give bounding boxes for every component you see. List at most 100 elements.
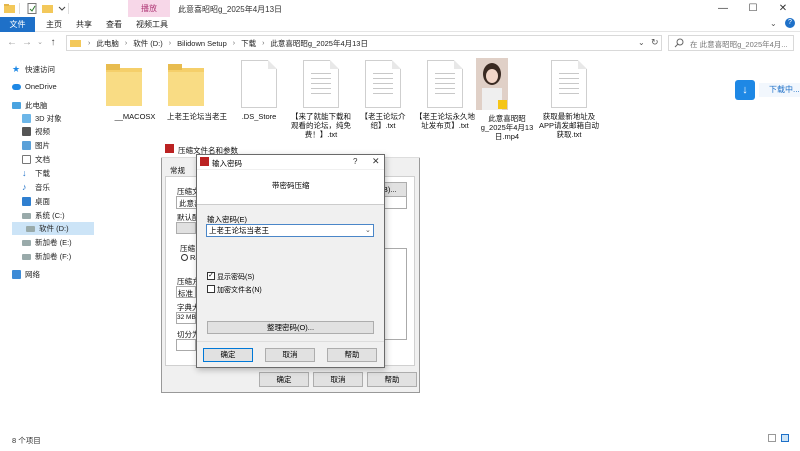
cancel-button[interactable]: 取消	[265, 348, 315, 362]
details-view-icon[interactable]	[768, 434, 776, 442]
sidebar-item-drive-e[interactable]: 新加卷 (E:)	[22, 236, 72, 249]
address-dropdown-icon[interactable]: ⌄	[638, 38, 645, 47]
sidebar-item-label: 图片	[35, 141, 50, 150]
drive-icon	[22, 239, 31, 246]
close-icon[interactable]: ✕	[372, 156, 380, 167]
file-item-folder[interactable]: __MACOSX	[104, 60, 166, 121]
divider	[19, 3, 20, 14]
sidebar-item-desktop[interactable]: 桌面	[22, 195, 50, 208]
ribbon-expand-icon[interactable]: ⌄	[770, 19, 777, 28]
video-thumbnail-icon	[476, 58, 538, 110]
profiles-button[interactable]	[176, 222, 196, 234]
help-icon[interactable]: ?	[785, 18, 795, 28]
tab-view[interactable]: 查看	[98, 17, 130, 32]
sidebar-item-label: OneDrive	[25, 82, 57, 91]
sidebar-item-label: 下载	[35, 169, 50, 178]
star-icon: ★	[12, 64, 21, 74]
download-status[interactable]: 下载中...	[759, 83, 800, 97]
download-icon[interactable]: ↓	[735, 80, 755, 100]
search-placeholder: 在 此意喜昭昭g_2025年4月...	[690, 40, 788, 49]
password-input[interactable]: 上老王论坛当老王	[206, 224, 374, 237]
properties-icon[interactable]	[27, 3, 38, 14]
minimize-button[interactable]: —	[708, 0, 738, 17]
file-name: 上老王论坛当老王	[167, 112, 227, 121]
bg-cancel-button[interactable]: 取消	[313, 372, 363, 387]
encrypt-filenames-label: 加密文件名(N)	[217, 287, 262, 294]
file-item-txt[interactable]: 获取最新地址及APP请发邮箱自动获取.txt	[538, 60, 600, 139]
sidebar-item-label: 桌面	[35, 197, 50, 206]
sidebar-item-pictures[interactable]: 图片	[22, 139, 50, 152]
text-file-icon	[427, 60, 463, 108]
file-item[interactable]: .DS_Store	[228, 60, 290, 121]
recent-dropdown-icon[interactable]: ⌄	[33, 36, 47, 50]
breadcrumb: › 此电脑 › 软件 (D:) › Bilidown Setup › 下载 › …	[88, 38, 368, 49]
tab-file[interactable]: 文件	[0, 17, 35, 32]
sidebar-item-onedrive[interactable]: OneDrive	[12, 80, 57, 93]
tab-general[interactable]: 常规	[170, 165, 185, 176]
divider	[197, 204, 384, 205]
breadcrumb-item[interactable]: 此意喜昭昭g_2025年4月13日	[270, 38, 368, 49]
sidebar-item-documents[interactable]: 文档	[22, 153, 50, 166]
tab-share[interactable]: 共享	[68, 17, 100, 32]
sidebar-item-label: 视频	[35, 127, 50, 136]
breadcrumb-item[interactable]: 此电脑	[96, 38, 119, 49]
large-icons-view-icon[interactable]	[781, 434, 789, 442]
close-icon: ✕	[778, 3, 788, 14]
bg-help-button[interactable]: 帮助	[367, 372, 417, 387]
sidebar-item-quick-access[interactable]: ★ 快速访问	[12, 63, 55, 76]
file-item-folder[interactable]: 上老王论坛当老王	[166, 60, 228, 121]
help-icon[interactable]: ?	[353, 157, 357, 166]
drive-icon	[26, 225, 35, 232]
sidebar-item-label: 软件 (D:)	[39, 224, 69, 233]
refresh-icon[interactable]: ↻	[651, 37, 659, 48]
cube-icon	[22, 114, 31, 123]
sidebar-item-label: 此电脑	[25, 101, 48, 110]
sidebar-item-network[interactable]: 网络	[12, 268, 40, 281]
split-select[interactable]	[176, 339, 196, 351]
image-icon	[22, 141, 31, 150]
show-password-checkbox[interactable]: ✓	[207, 272, 215, 280]
new-folder-icon[interactable]	[42, 3, 53, 14]
file-item-txt[interactable]: 【来了就能下载和观看的论坛，纯免费！】.txt	[290, 60, 352, 139]
up-icon[interactable]: ↑	[46, 36, 60, 50]
organize-passwords-button[interactable]: 整理密码(O)...	[207, 321, 374, 334]
file-name: 【来了就能下载和观看的论坛，纯免费！】.txt	[291, 112, 351, 139]
help-button[interactable]: 帮助	[327, 348, 377, 362]
tab-home[interactable]: 主页	[38, 17, 70, 32]
minimize-icon: —	[718, 3, 728, 14]
sidebar-item-drive-c[interactable]: 系统 (C:)	[22, 209, 65, 222]
file-icon	[241, 60, 277, 108]
sidebar-item-label: 音乐	[35, 183, 50, 192]
sidebar-item-music[interactable]: ♪ 音乐	[22, 181, 50, 194]
password-history-dropdown-icon[interactable]: ⌄	[365, 226, 371, 234]
sidebar-item-downloads[interactable]: ↓ 下载	[22, 167, 50, 180]
close-button[interactable]: ✕	[768, 0, 798, 17]
sidebar-item-3d-objects[interactable]: 3D 对象	[22, 112, 62, 125]
ok-button[interactable]: 确定	[203, 348, 253, 362]
sidebar-item-drive-f[interactable]: 新加卷 (F:)	[22, 250, 71, 263]
show-password-label: 显示密码(S)	[217, 274, 255, 281]
download-icon: ↓	[22, 168, 27, 178]
window-title: 此意喜昭昭g_2025年4月13日	[178, 5, 283, 14]
sidebar-item-drive-d[interactable]: 软件 (D:)	[12, 222, 94, 235]
file-name: 此意喜昭昭g_2025年4月13日.mp4	[480, 114, 534, 141]
sidebar-item-videos[interactable]: 视频	[22, 125, 50, 138]
back-icon[interactable]: ←	[5, 36, 19, 50]
format-radio[interactable]	[181, 254, 188, 261]
file-item-txt[interactable]: 【老王论坛介绍】.txt	[352, 60, 414, 130]
contextual-tab-label: 播放	[128, 0, 170, 17]
sidebar-item-label: 新加卷 (E:)	[35, 238, 72, 247]
qat-dropdown-icon[interactable]	[56, 3, 67, 14]
forward-icon[interactable]: →	[20, 36, 34, 50]
tab-video-tools[interactable]: 视频工具	[128, 17, 176, 32]
maximize-button[interactable]: ☐	[738, 0, 768, 17]
encrypt-filenames-checkbox[interactable]	[207, 285, 215, 293]
file-item-txt[interactable]: 【老王论坛永久地址发布页】.txt	[414, 60, 476, 130]
sidebar-item-this-pc[interactable]: 此电脑	[12, 99, 48, 112]
breadcrumb-item[interactable]: 软件 (D:)	[133, 38, 163, 49]
text-file-icon	[365, 60, 401, 108]
bg-ok-button[interactable]: 确定	[259, 372, 309, 387]
file-item-video[interactable]: 此意喜昭昭g_2025年4月13日.mp4	[476, 58, 538, 141]
breadcrumb-item[interactable]: 下载	[241, 38, 256, 49]
breadcrumb-item[interactable]: Bilidown Setup	[177, 39, 227, 48]
